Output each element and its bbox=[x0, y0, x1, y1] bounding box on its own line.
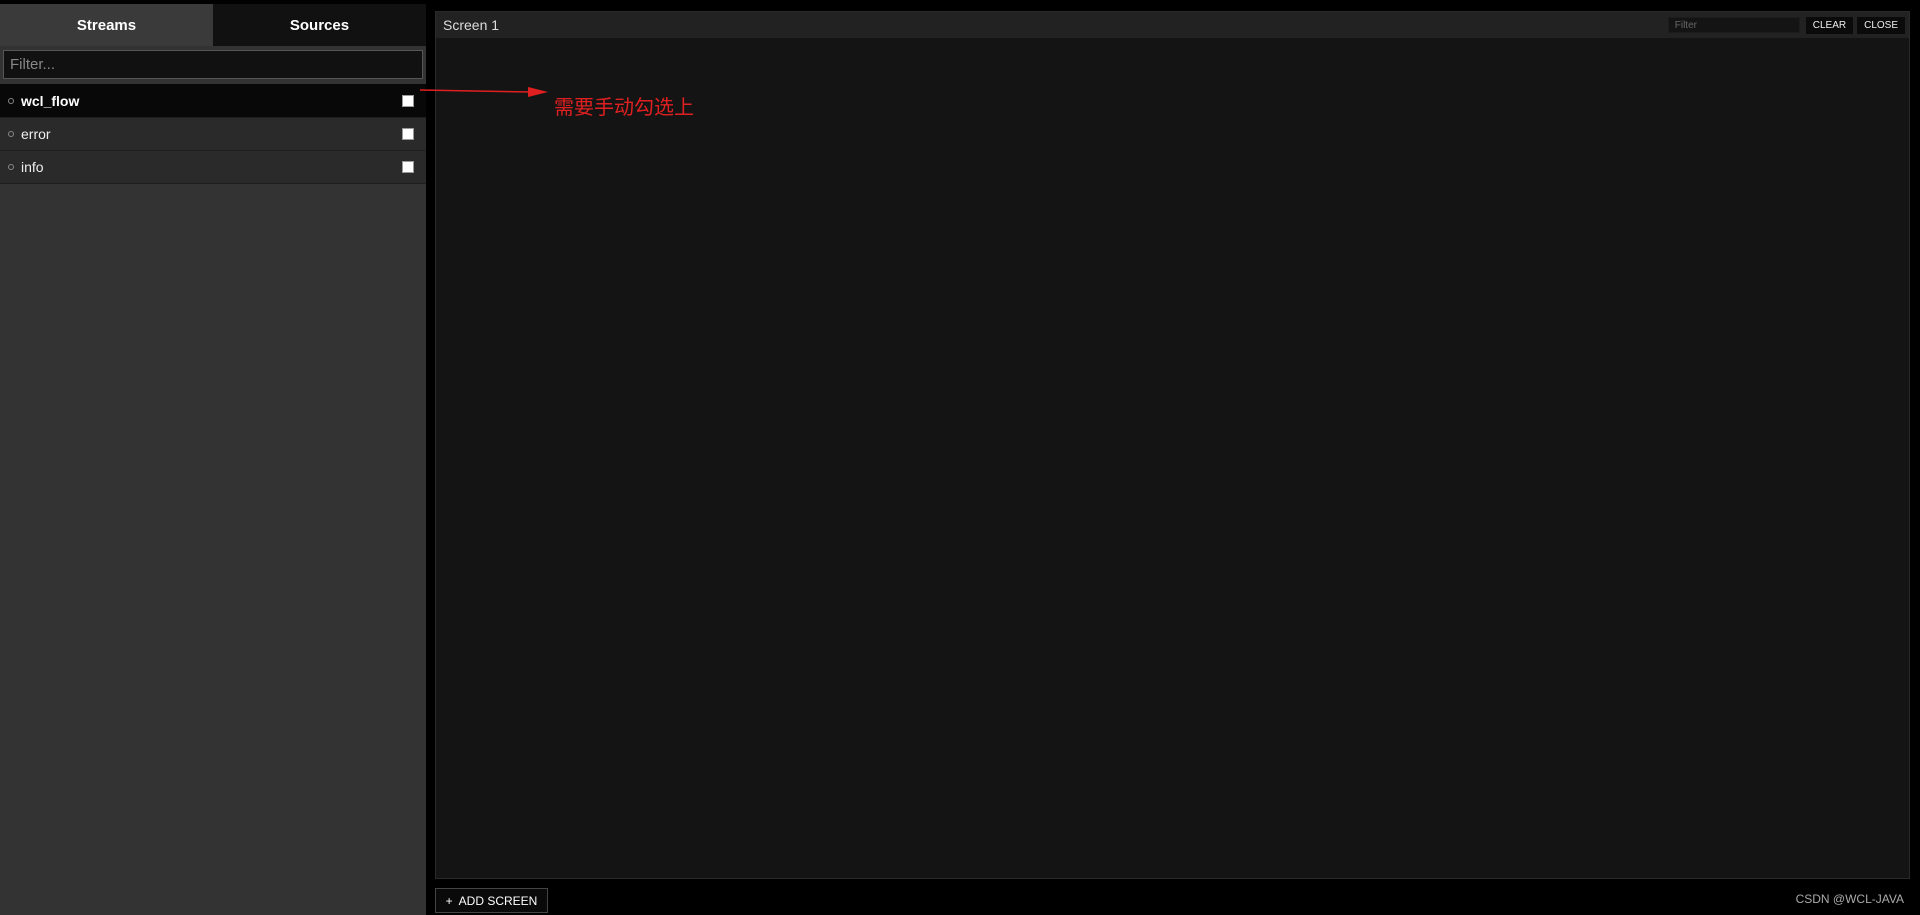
stream-item-label: info bbox=[21, 159, 44, 175]
stream-filter-input[interactable] bbox=[3, 50, 423, 79]
tab-sources[interactable]: Sources bbox=[213, 4, 426, 46]
stream-item-label: wcl_flow bbox=[21, 92, 80, 109]
stream-status-dot-icon bbox=[8, 97, 14, 104]
annotation-text: 需要手动勾选上 bbox=[554, 95, 694, 119]
screen-filter-input[interactable] bbox=[1667, 17, 1800, 33]
sidebar-tabs: Streams Sources bbox=[0, 4, 426, 46]
sidebar: Streams Sources wcl_flow error info bbox=[0, 4, 426, 915]
stream-filter-wrap bbox=[0, 46, 426, 82]
clear-button[interactable]: CLEAR bbox=[1805, 16, 1854, 34]
stream-item-wcl-flow[interactable]: wcl_flow bbox=[0, 84, 426, 118]
stream-status-dot-icon bbox=[8, 164, 14, 170]
stream-checkbox[interactable] bbox=[402, 94, 414, 107]
stream-checkbox[interactable] bbox=[402, 161, 414, 173]
plus-icon: + bbox=[445, 893, 453, 908]
stream-item-info[interactable]: info bbox=[0, 151, 426, 184]
stream-item-error[interactable]: error bbox=[0, 118, 426, 151]
stream-item-label: error bbox=[21, 126, 51, 142]
close-button[interactable]: CLOSE bbox=[1857, 16, 1905, 34]
stream-status-dot-icon bbox=[8, 131, 14, 137]
screen-panel: Screen 1 CLEAR CLOSE bbox=[435, 11, 1910, 879]
stream-list: wcl_flow error info bbox=[0, 84, 426, 184]
annotation-arrow-icon bbox=[420, 87, 548, 97]
tab-streams[interactable]: Streams bbox=[0, 4, 213, 46]
screen-title: Screen 1 bbox=[443, 17, 500, 33]
watermark: CSDN @WCL-JAVA bbox=[1795, 892, 1904, 906]
screen-header: Screen 1 CLEAR CLOSE bbox=[436, 12, 1909, 38]
add-screen-label: ADD SCREEN bbox=[458, 893, 538, 908]
add-screen-button[interactable]: + ADD SCREEN bbox=[435, 888, 548, 913]
stream-checkbox[interactable] bbox=[402, 128, 414, 140]
